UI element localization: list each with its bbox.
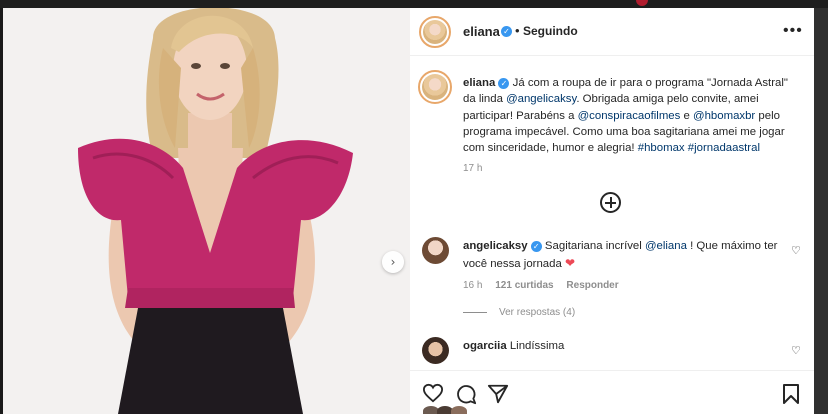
author-avatar[interactable] xyxy=(419,16,451,48)
post-panel: eliana ✓ • Seguindo ••• eliana ✓ Já com … xyxy=(410,8,814,414)
verified-icon: ✓ xyxy=(498,78,510,89)
comment-meta: 16 h 121 curtidas Responder xyxy=(463,280,629,291)
comment-body: Sagitariana incrível xyxy=(541,240,645,252)
caption-time[interactable]: 17 h xyxy=(463,163,482,174)
like-heart-icon[interactable] xyxy=(422,383,444,403)
notification-dot xyxy=(636,0,648,6)
post-header: eliana ✓ • Seguindo ••• xyxy=(410,8,814,56)
following-button[interactable]: Seguindo xyxy=(523,24,578,38)
like-comment-heart-icon[interactable]: ♡ xyxy=(791,244,801,257)
comment-likes[interactable]: 121 curtidas xyxy=(495,280,553,291)
mention-link[interactable]: @angelicaksy xyxy=(506,93,576,105)
commenter-avatar[interactable] xyxy=(422,337,449,364)
action-bar xyxy=(410,370,814,414)
separator-dot: • xyxy=(515,23,520,38)
view-replies-label: Ver respostas (4) xyxy=(499,307,576,318)
comment-body: Lindíssima xyxy=(506,340,565,352)
red-heart-emoji: ❤ xyxy=(564,255,576,270)
browser-top-strip xyxy=(0,0,828,8)
woman-portrait-illustration xyxy=(78,8,353,414)
post-photo[interactable]: › xyxy=(3,8,410,414)
comment-username[interactable]: ogarciia xyxy=(463,340,507,352)
commenter-avatar[interactable] xyxy=(422,237,449,264)
caption-avatar[interactable] xyxy=(418,70,452,104)
more-options-icon[interactable]: ••• xyxy=(783,22,803,40)
load-more-comments-icon[interactable] xyxy=(600,192,621,213)
share-send-icon[interactable] xyxy=(487,383,509,405)
verified-icon: ✓ xyxy=(530,241,542,252)
comment-username[interactable]: angelicaksy xyxy=(463,240,528,252)
replies-divider-line xyxy=(463,311,487,313)
author-username[interactable]: eliana xyxy=(463,24,500,39)
mention-link[interactable]: @conspiracaofilmes xyxy=(578,110,681,122)
hashtag-link[interactable]: #hbomax xyxy=(638,142,685,154)
hashtag-link[interactable]: #jornadaastral xyxy=(688,142,760,154)
caption-username[interactable]: eliana xyxy=(463,77,495,89)
mention-link[interactable]: @hbomaxbr xyxy=(693,110,755,122)
comment-time[interactable]: 16 h xyxy=(463,280,482,291)
reply-button[interactable]: Responder xyxy=(566,280,618,291)
post-caption: eliana ✓ Já com a roupa de ir para o pro… xyxy=(463,75,803,156)
comment-text: ogarciia Lindíssima xyxy=(463,340,564,352)
liker-avatar[interactable] xyxy=(451,406,467,414)
comment-bubble-icon[interactable] xyxy=(455,383,477,405)
like-comment-heart-icon[interactable]: ♡ xyxy=(791,344,801,357)
next-photo-button[interactable]: › xyxy=(382,251,404,273)
verified-icon: ✓ xyxy=(501,26,512,37)
caption-text: e xyxy=(680,109,694,122)
comment-text: angelicaksy ✓ Sagitariana incrível @elia… xyxy=(463,238,783,272)
mention-link[interactable]: @eliana xyxy=(645,240,687,252)
save-bookmark-icon[interactable] xyxy=(782,383,800,405)
view-replies-button[interactable]: Ver respostas (4) xyxy=(463,307,575,318)
right-edge xyxy=(814,8,828,414)
